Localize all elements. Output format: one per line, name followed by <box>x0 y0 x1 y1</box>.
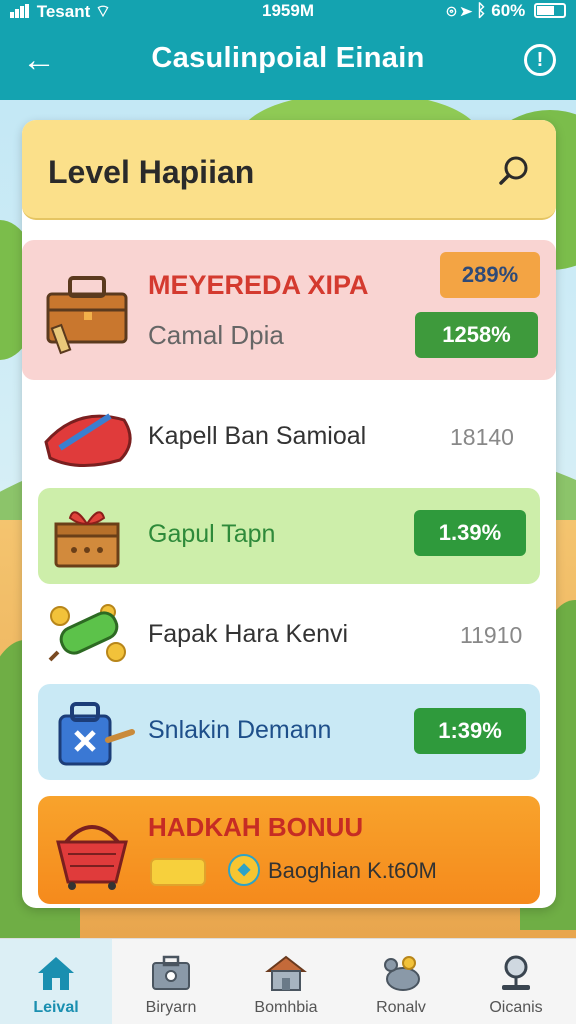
toolbox-icon <box>46 276 128 355</box>
battery-percent: 60% <box>491 1 526 20</box>
mouse-icon <box>384 956 420 991</box>
blue-bag-icon <box>58 702 135 766</box>
status-right: ⊚ ➤ ᛒ 60% <box>446 1 566 21</box>
page-title: Casulinpoial Einain <box>151 42 425 74</box>
nav-label: Biryarn <box>145 999 197 1016</box>
magnifier-stand-icon <box>502 955 530 990</box>
nav-item-ronalv[interactable]: Ronalv <box>345 939 457 1024</box>
item-name: Gapul Tapn <box>148 520 276 548</box>
ticket-icon <box>150 858 206 886</box>
info-icon[interactable]: ! <box>524 44 556 76</box>
status-bar: Tesant ⌔ 1959M ⊚ ➤ ᛒ 60% <box>0 0 576 24</box>
level-title: Level Hapiian <box>48 154 255 190</box>
home-icon <box>38 957 74 990</box>
coin-icon: ◆ <box>228 854 260 886</box>
alarm-icon: ⊚ <box>446 1 457 20</box>
house-icon <box>265 955 307 991</box>
item-name: Kapell Ban Samioal <box>148 422 367 450</box>
green-candle-icon <box>48 604 126 662</box>
bonus-card[interactable]: HADKAH BONUU ◆ Baoghian K.t60M <box>38 796 540 904</box>
item-percent: 1.39% <box>414 510 526 556</box>
featured-subtitle: Camal Dpia <box>148 320 284 350</box>
item-name: Snlakin Demann <box>148 716 332 744</box>
location-icon: ➤ <box>461 1 472 20</box>
nav-item-leival[interactable]: Leival <box>0 939 112 1024</box>
app-header: Tesant ⌔ 1959M ⊚ ➤ ᛒ 60% ← Casulinpoial … <box>0 0 576 100</box>
list-item[interactable]: Fapak Hara Kenvi 11910 <box>22 588 556 684</box>
nav-label: Oicanis <box>489 999 543 1016</box>
list-item[interactable]: Kapell Ban Samioal 18140 <box>22 390 556 482</box>
featured-percent-top: 289% <box>440 252 540 298</box>
featured-title: MEYEREDA XIPA <box>148 270 369 300</box>
nav-item-oicanis[interactable]: Oicanis <box>460 939 572 1024</box>
briefcase-icon <box>152 955 190 990</box>
nav-label: Bomhbia <box>254 999 318 1016</box>
item-name: Fapak Hara Kenvi <box>148 620 349 648</box>
list-item-featured[interactable]: MEYEREDA XIPA Camal Dpia 289% 1258% <box>22 240 556 380</box>
list-item[interactable]: Gapul Tapn 1.39% <box>38 488 540 584</box>
item-value: 11910 <box>460 622 523 648</box>
battery-icon <box>534 3 566 18</box>
gift-box-icon <box>54 511 120 568</box>
item-value: 18140 <box>450 424 514 450</box>
bonus-detail: Baoghian K.t60M <box>268 858 437 883</box>
search-icon[interactable] <box>498 154 530 186</box>
item-percent: 1:39% <box>414 708 526 754</box>
bottom-nav: Leival Biryarn Bomhbia Ronalv Oicanis <box>0 938 576 1024</box>
red-pillow-icon <box>44 413 132 468</box>
level-panel: Level Hapiian MEYEREDA XIPA Camal Dpia 2… <box>22 120 556 908</box>
bonus-title: HADKAH BONUU <box>148 812 364 842</box>
nav-item-biryarn[interactable]: Biryarn <box>115 939 227 1024</box>
bluetooth-icon: ᛒ <box>476 1 487 20</box>
nav-item-bomhbia[interactable]: Bomhbia <box>230 939 342 1024</box>
nav-label: Ronalv <box>376 999 426 1016</box>
red-basket-icon <box>56 825 128 890</box>
nav-label: Leival <box>33 999 79 1016</box>
featured-percent-bottom: 1258% <box>415 312 538 358</box>
list-item[interactable]: Snlakin Demann 1:39% <box>38 684 540 780</box>
level-header: Level Hapiian <box>22 120 556 220</box>
